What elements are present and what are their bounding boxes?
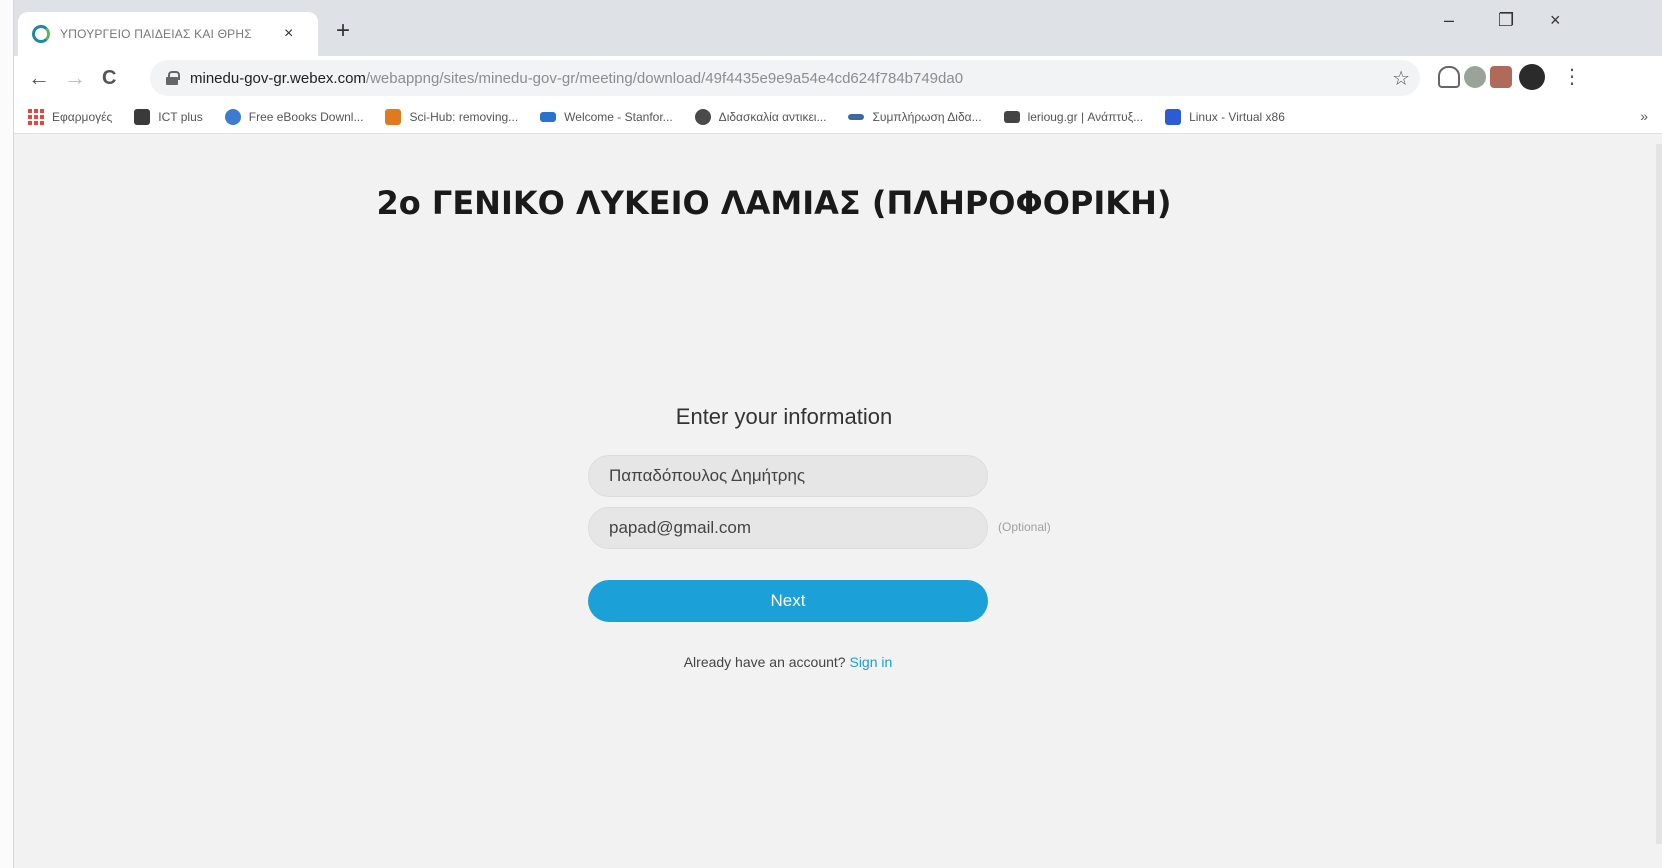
ict-plus-icon [134, 108, 151, 125]
bookmark-label: Συμπλήρωση Διδα... [872, 109, 982, 124]
site-icon [1003, 110, 1020, 123]
bookmark-free-ebooks[interactable]: Free eBooks Downl... [224, 108, 364, 125]
url-path: /webappng/sites/minedu-gov-gr/meeting/do… [365, 69, 964, 87]
scihub-icon [385, 108, 402, 125]
email-field[interactable] [588, 507, 988, 549]
webex-join-page: 2ο ΓΕΝΙΚΟ ΛΥΚΕΙΟ ΛΑΜΙΑΣ (ΠΛΗΡΟΦΟΡΙΚΗ) En… [14, 134, 1662, 868]
globe-icon [694, 108, 711, 125]
browser-window: ΥΠΟΥΡΓΕΙΟ ΠΑΙΔΕΙΑΣ ΚΑΙ ΘΡΗΣ × + – ❐ × ← … [0, 0, 1662, 868]
bookmark-sci-hub[interactable]: Sci-Hub: removing... [385, 108, 519, 125]
bookmark-didaskalia[interactable]: Διδασκαλία αντικει... [694, 108, 827, 125]
next-button[interactable]: Next [588, 580, 988, 622]
page-scrollbar[interactable] [1656, 144, 1662, 844]
bookmark-label: lerioug.gr | Ανάπτυξ... [1027, 109, 1144, 124]
bookmark-label: Free eBooks Downl... [248, 109, 364, 124]
menu-dots-icon[interactable]: ⋮ [1562, 64, 1582, 89]
coursera-icon [540, 111, 557, 122]
bookmark-linux-virtual[interactable]: Linux - Virtual x86 [1165, 108, 1285, 125]
bookmark-star-icon[interactable]: ☆ [1392, 66, 1410, 91]
bookmark-label: Sci-Hub: removing... [409, 109, 519, 124]
account-prompt-row: Already have an account? Sign in [584, 654, 992, 670]
linux-icon [1165, 108, 1182, 125]
apps-grid-icon [28, 108, 44, 125]
bookmark-lerioug[interactable]: lerioug.gr | Ανάπτυξ... [1003, 109, 1144, 124]
bookmark-symplirosi[interactable]: Συμπλήρωση Διδα... [848, 109, 982, 124]
bookmark-apps[interactable]: Εφαρμογές [28, 108, 113, 125]
pdf-extension-icon[interactable] [1490, 66, 1512, 88]
restore-icon[interactable]: ❐ [1498, 10, 1514, 31]
new-tab-button[interactable]: + [336, 16, 350, 46]
tab-close-icon[interactable]: × [284, 25, 293, 43]
bookmark-label: Linux - Virtual x86 [1189, 109, 1285, 124]
sign-in-link[interactable]: Sign in [849, 654, 892, 670]
cloud-extension-icon[interactable] [1438, 66, 1460, 88]
tab-strip: ΥΠΟΥΡΓΕΙΟ ΠΑΙΔΕΙΑΣ ΚΑΙ ΘΡΗΣ × + – ❐ × [14, 0, 1662, 56]
window-left-edge [0, 0, 14, 868]
bookmark-ict-plus[interactable]: ICT plus [134, 108, 203, 125]
page-title: 2ο ΓΕΝΙΚΟ ΛΥΚΕΙΟ ΛΑΜΙΑΣ (ΠΛΗΡΟΦΟΡΙΚΗ) [376, 184, 1172, 222]
back-icon[interactable]: ← [28, 62, 50, 94]
profile-avatar[interactable] [1519, 64, 1545, 90]
url-domain: minedu-gov-gr.webex.com [190, 69, 366, 87]
bookmarks-bar: Εφαρμογές ICT plus Free eBooks Downl... … [14, 100, 1662, 134]
minimize-icon[interactable]: – [1444, 10, 1454, 31]
bookmark-label: Welcome - Stanfor... [564, 109, 673, 124]
webex-favicon-icon [32, 25, 50, 43]
bookmark-label: Εφαρμογές [52, 109, 113, 124]
close-window-icon[interactable]: × [1550, 10, 1561, 31]
bookmarks-overflow-icon[interactable]: » [1640, 108, 1648, 124]
optional-label: (Optional) [998, 520, 1051, 534]
tab-title: ΥΠΟΥΡΓΕΙΟ ΠΑΙΔΕΙΑΣ ΚΑΙ ΘΡΗΣ [60, 27, 252, 41]
extension-icon[interactable] [1464, 66, 1486, 88]
form-heading: Enter your information [675, 404, 893, 429]
form-icon [848, 113, 865, 120]
bookmark-label: Διδασκαλία αντικει... [718, 109, 827, 124]
tab-webex[interactable]: ΥΠΟΥΡΓΕΙΟ ΠΑΙΔΕΙΑΣ ΚΑΙ ΘΡΗΣ × [18, 12, 318, 56]
address-bar[interactable]: minedu-gov-gr.webex.com /webappng/sites/… [150, 60, 1420, 96]
ebook-icon [224, 108, 241, 125]
name-field[interactable] [588, 455, 988, 497]
bookmark-stanford[interactable]: Welcome - Stanfor... [540, 110, 673, 124]
lock-icon [166, 71, 180, 85]
browser-toolbar: ← → C minedu-gov-gr.webex.com /webappng/… [14, 56, 1662, 100]
reload-icon[interactable]: C [102, 62, 116, 94]
bookmark-label: ICT plus [158, 109, 203, 124]
account-prompt-text: Already have an account? [683, 654, 846, 670]
forward-icon[interactable]: → [64, 62, 86, 94]
